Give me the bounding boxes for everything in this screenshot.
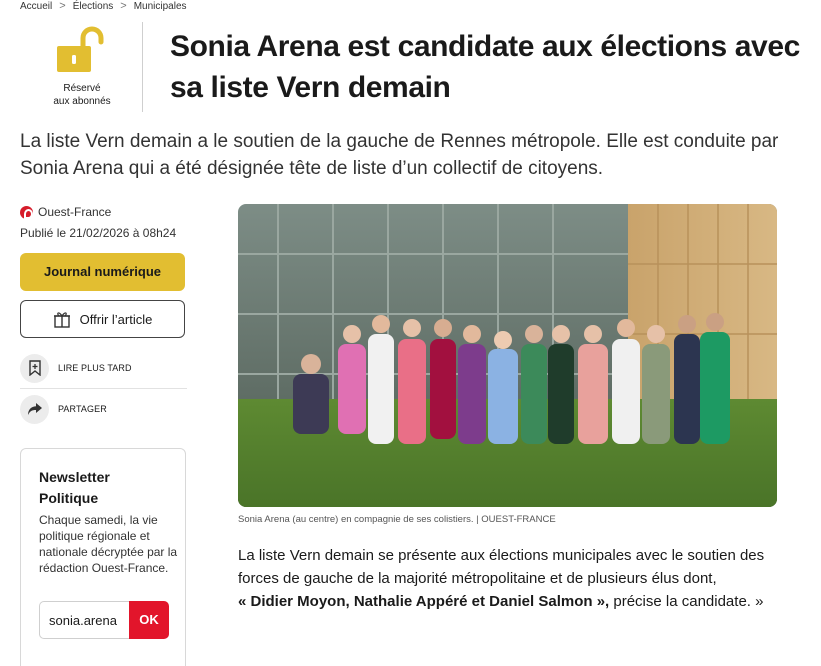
source: Ouest-France (20, 204, 187, 220)
bookmark-icon (20, 353, 49, 383)
article-photo[interactable] (238, 204, 777, 507)
article-lead: La liste Vern demain a le soutien de la … (20, 131, 779, 179)
body-text-part-2: précise la candidate. » (609, 593, 764, 610)
article-sidebar: Ouest-France Publié le 21/02/2026 à 08h2… (20, 204, 187, 427)
badge-line-1: Réservé (63, 83, 101, 94)
share-arrow-icon (20, 394, 49, 424)
newsletter-box: Newsletter Politique Chaque samedi, la v… (20, 448, 186, 666)
group-photo-image (238, 204, 777, 507)
journal-numerique-button[interactable]: Journal numérique (20, 253, 185, 291)
open-padlock-icon (57, 26, 104, 72)
title-divider (142, 22, 143, 112)
read-later-label: LIRE PLUS TARD (58, 363, 132, 373)
badge-line-2: aux abonnés (53, 96, 111, 107)
breadcrumb-separator: > (59, 0, 66, 12)
share-button[interactable]: PARTAGER (20, 391, 187, 427)
body-text-part-1: La liste Vern demain se présente aux éle… (238, 547, 765, 587)
newsletter-title: Newsletter Politique (39, 469, 110, 506)
article-body: La liste Vern demain se présente aux éle… (238, 544, 798, 613)
article-title: Sonia Arena est candidate aux élections … (170, 30, 800, 104)
breadcrumb-municipales[interactable]: Municipales (134, 1, 187, 12)
newsletter-email-input[interactable] (39, 601, 129, 639)
newsletter-description: Chaque samedi, la vie politique régional… (39, 513, 178, 575)
ouest-france-logo-icon (20, 205, 33, 219)
share-label: PARTAGER (58, 404, 107, 414)
read-later-button[interactable]: LIRE PLUS TARD (20, 350, 187, 386)
photo-caption: Sonia Arena (au centre) en compagnie de … (238, 514, 556, 525)
gift-icon (53, 312, 70, 328)
breadcrumb-elections[interactable]: Élections (73, 1, 114, 12)
divider (20, 388, 187, 389)
publish-date: Publié le 21/02/2026 à 08h24 (20, 226, 177, 240)
breadcrumb-separator: > (120, 0, 127, 12)
offrir-article-button[interactable]: Offrir l’article (20, 300, 185, 338)
breadcrumb-accueil[interactable]: Accueil (20, 1, 52, 12)
breadcrumb: Accueil > Élections > Municipales (20, 0, 187, 12)
body-quote-names: « Didier Moyon, Nathalie Appéré et Danie… (238, 593, 610, 610)
newsletter-form: OK (39, 601, 169, 639)
subscriber-badge: Réservé aux abonnés (40, 26, 124, 108)
offrir-label: Offrir l’article (79, 311, 153, 327)
source-name[interactable]: Ouest-France (38, 205, 111, 219)
newsletter-submit-button[interactable]: OK (129, 601, 169, 639)
